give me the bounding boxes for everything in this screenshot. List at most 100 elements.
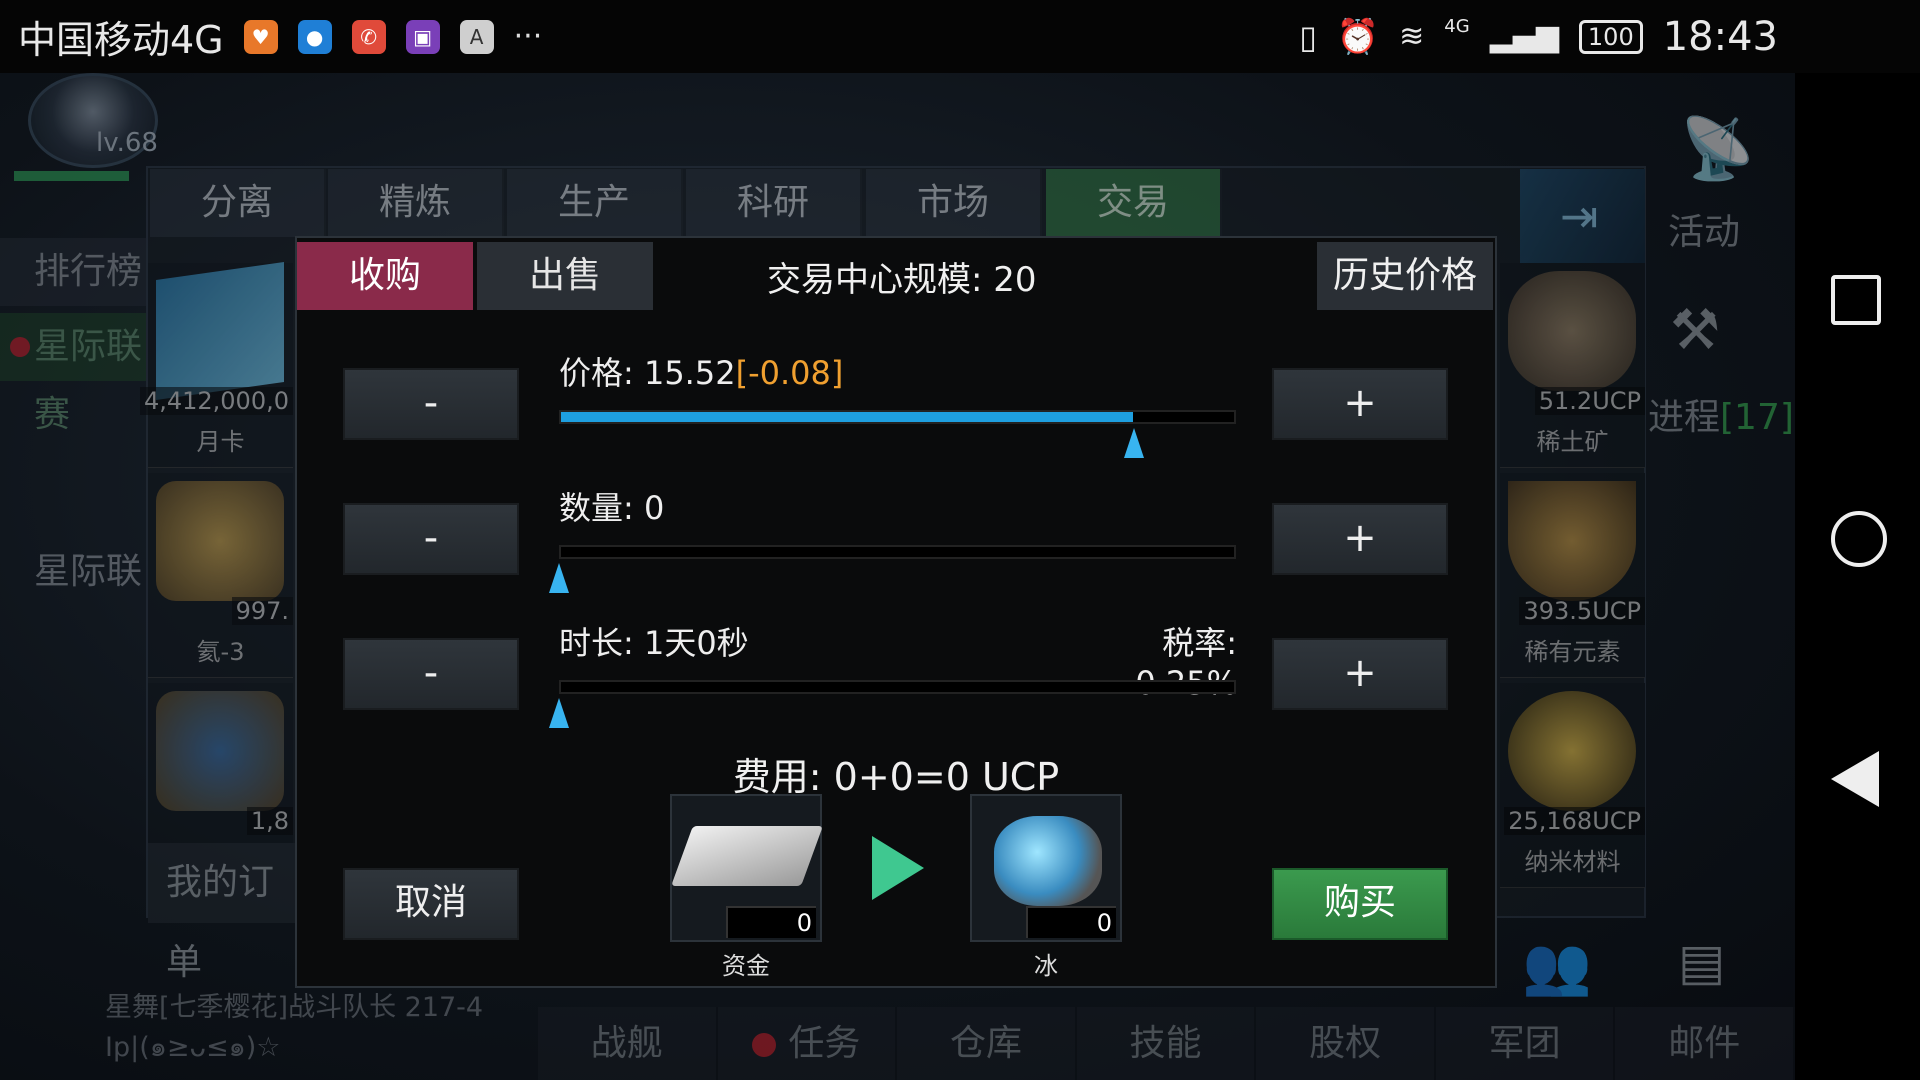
- item-price: 997.: [231, 597, 293, 625]
- nav-warehouse[interactable]: 仓库: [897, 1007, 1077, 1080]
- from-resource-count: 0: [726, 906, 816, 938]
- quantity-decrease-button[interactable]: -: [343, 503, 519, 575]
- trade-center-scale: 交易中心规模: 20: [767, 260, 1037, 300]
- tab-buy[interactable]: 收购: [297, 242, 473, 310]
- carrier-label: 中国移动4G: [18, 18, 224, 62]
- cancel-button[interactable]: 取消: [343, 868, 519, 940]
- ranking-button[interactable]: 排行榜: [0, 238, 150, 306]
- price-value: 价格: 15.52: [559, 354, 736, 392]
- money-icon: [671, 826, 823, 886]
- nav-mail[interactable]: 邮件: [1615, 1007, 1795, 1080]
- gallery-app-icon: ▣: [405, 19, 440, 54]
- to-resource-count: 0: [1026, 906, 1116, 938]
- nav-tasks[interactable]: 任务: [718, 1007, 898, 1080]
- home-button[interactable]: [1831, 511, 1887, 567]
- chat-line-1: 星舞[七季樱花]战斗队长 217-4: [105, 992, 484, 1023]
- my-orders-button[interactable]: 我的订单: [148, 843, 298, 983]
- tab-trade[interactable]: 交易: [1046, 169, 1222, 237]
- nav-skills[interactable]: 技能: [1077, 1007, 1257, 1080]
- market-item-monthly-card[interactable]: 4,412,000,0 月卡: [139, 262, 293, 468]
- tab-sell[interactable]: 出售: [477, 242, 653, 310]
- buy-button[interactable]: 购买: [1272, 868, 1448, 940]
- bottom-navigation: 战舰 任务 仓库 技能 股权 军团 邮件: [538, 1007, 1795, 1080]
- quantity-slider[interactable]: [559, 545, 1236, 559]
- progress-button[interactable]: 进程[17]: [1648, 388, 1794, 440]
- nav-equity[interactable]: 股权: [1256, 1007, 1436, 1080]
- wifi-icon: ≋: [1399, 19, 1425, 54]
- more-notifications-icon: ···: [513, 19, 543, 54]
- tab-production[interactable]: 生产: [507, 169, 683, 237]
- market-item-rare-earth[interactable]: 51.2UCP 稀土矿: [1500, 263, 1645, 468]
- market-item-helium3[interactable]: 997. 氦-3: [148, 473, 293, 678]
- from-resource-slot: 0: [670, 794, 823, 942]
- quantity-increase-button[interactable]: +: [1272, 503, 1448, 575]
- phone-app-icon: ✆: [351, 19, 386, 54]
- interstellar-league-button[interactable]: 星际联赛: [0, 313, 150, 435]
- notification-app-icon: ♥: [243, 19, 278, 54]
- ore-icon: [1508, 271, 1636, 391]
- text-app-icon: A: [459, 19, 494, 54]
- ice-crystal-icon: [994, 816, 1102, 906]
- price-slider-fill: [561, 412, 1134, 422]
- chat-line-2: Ip|(๑≥ᴗ≤๑)☆: [105, 1032, 281, 1063]
- price-increase-button[interactable]: +: [1272, 368, 1448, 440]
- price-decrease-button[interactable]: -: [343, 368, 519, 440]
- price-slider-thumb[interactable]: [1124, 428, 1145, 458]
- notification-dot: [752, 1033, 777, 1057]
- chat-app-icon: ●: [297, 19, 332, 54]
- item-price: 51.2UCP: [1534, 387, 1645, 415]
- history-price-button[interactable]: 历史价格: [1317, 242, 1493, 310]
- market-item-nano-material[interactable]: 25,168UCP 纳米材料: [1500, 683, 1645, 888]
- nav-legion[interactable]: 军团: [1436, 1007, 1616, 1080]
- duration-label: 时长: 1天0秒: [559, 624, 749, 662]
- fuel-tank-icon: [156, 691, 284, 811]
- message-icon[interactable]: ▤: [1678, 933, 1725, 991]
- activity-button[interactable]: 活动: [1668, 203, 1740, 255]
- nano-material-icon: [1508, 691, 1636, 811]
- item-name: 稀土矿: [1536, 428, 1609, 456]
- item-name: 稀有元素: [1524, 638, 1621, 666]
- alarm-icon: ⏰: [1336, 16, 1380, 57]
- price-slider[interactable]: [559, 410, 1236, 424]
- exit-icon: ⇥: [1560, 189, 1599, 243]
- quantity-slider-thumb[interactable]: [549, 563, 569, 593]
- item-name: 月卡: [196, 428, 245, 456]
- card-icon: [156, 262, 284, 400]
- arrow-right-icon: [872, 836, 924, 900]
- duration-slider[interactable]: [559, 680, 1236, 694]
- helium-tank-icon: [156, 481, 284, 601]
- nav-warships[interactable]: 战舰: [538, 1007, 718, 1080]
- battery-indicator: 100: [1578, 19, 1643, 54]
- chat-preview[interactable]: 星舞[七季樱花]战斗队长 217-4 Ip|(๑≥ᴗ≤๑)☆: [105, 988, 483, 1068]
- to-resource-name: 冰: [1034, 952, 1058, 980]
- trade-order-dialog: 收购 出售 交易中心规模: 20 历史价格 - 价格: 15.52[-0.08]…: [295, 236, 1497, 988]
- notification-dot: [10, 337, 30, 357]
- exit-button[interactable]: ⇥: [1520, 169, 1645, 269]
- duration-increase-button[interactable]: +: [1272, 638, 1448, 710]
- tab-research[interactable]: 科研: [686, 169, 862, 237]
- item-price: 25,168UCP: [1504, 807, 1645, 835]
- duration-slider-thumb[interactable]: [549, 698, 569, 728]
- market-item-rare-elements[interactable]: 393.5UCP 稀有元素: [1500, 473, 1645, 678]
- player-level: lv.68: [96, 128, 158, 158]
- group-icon[interactable]: 👥: [1522, 933, 1592, 999]
- price-label: 价格: 15.52[-0.08]: [559, 348, 843, 394]
- quantity-label: 数量: 0: [559, 489, 665, 527]
- recent-apps-button[interactable]: [1831, 275, 1881, 325]
- item-price: 1,8: [246, 807, 293, 835]
- tools-icon: ⚒: [1670, 298, 1721, 363]
- signal-icon: ▂▄▆: [1489, 19, 1559, 54]
- vibrate-icon: ▯: [1299, 17, 1317, 56]
- xp-bar: [14, 171, 129, 181]
- to-resource-slot: 0: [970, 794, 1122, 942]
- item-name: 氦-3: [196, 638, 245, 666]
- cost-summary: 费用: 0+0=0 UCP: [732, 755, 1060, 799]
- item-price: 393.5UCP: [1519, 597, 1645, 625]
- duration-decrease-button[interactable]: -: [343, 638, 519, 710]
- tab-market[interactable]: 市场: [866, 169, 1042, 237]
- back-button[interactable]: [1831, 751, 1879, 807]
- item-price: 4,412,000,0: [139, 387, 293, 415]
- tab-refining[interactable]: 精炼: [328, 169, 504, 237]
- tab-separation[interactable]: 分离: [150, 169, 326, 237]
- league-label: 星际联赛: [34, 326, 143, 435]
